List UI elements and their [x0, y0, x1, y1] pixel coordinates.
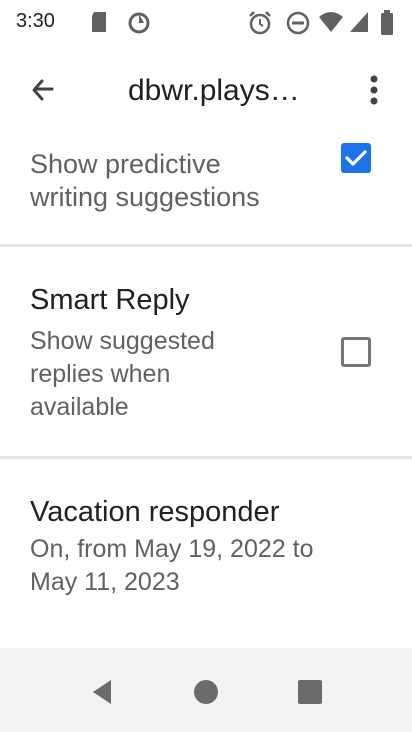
smart-reply-checkbox[interactable]	[341, 337, 371, 367]
cellular-icon	[348, 10, 370, 39]
sync-icon	[126, 10, 152, 41]
nav-recents-button[interactable]	[290, 672, 330, 712]
system-nav-bar	[0, 648, 412, 732]
arrow-back-icon	[28, 76, 56, 109]
predictive-summary-line1: Show predictive	[30, 149, 221, 179]
smart-reply-setting[interactable]: Smart Reply Show suggested replies when …	[0, 247, 412, 457]
nav-back-button[interactable]	[82, 672, 122, 712]
battery-icon	[380, 10, 394, 41]
page-title: dbwr.plays…	[128, 74, 300, 107]
smart-reply-title: Smart Reply	[30, 284, 190, 316]
vacation-summary-line1: On, from May 19, 2022 to	[30, 535, 314, 563]
settings-list[interactable]: Show predictive writing suggestions Smar…	[0, 136, 412, 646]
vacation-responder-title: Vacation responder	[30, 496, 280, 528]
back-triangle-icon	[93, 680, 111, 704]
nav-home-button[interactable]	[186, 672, 226, 712]
vacation-responder-setting[interactable]: Vacation responder On, from May 19, 2022…	[0, 459, 412, 646]
vacation-summary-line2: May 11, 2023	[30, 568, 180, 596]
smart-reply-summary-line1: Show suggested	[30, 327, 215, 355]
recents-square-icon	[298, 680, 322, 704]
status-bar: 3:30	[0, 0, 412, 48]
predictive-summary-line2: writing suggestions	[30, 182, 260, 212]
predictive-writing-checkbox[interactable]	[341, 143, 371, 173]
predictive-writing-summary: Show predictive writing suggestions	[30, 148, 260, 214]
vacation-responder-text: Vacation responder On, from May 19, 2022…	[30, 495, 313, 599]
wifi-icon	[318, 10, 344, 39]
do-not-disturb-icon	[285, 10, 311, 41]
more-options-button[interactable]	[354, 70, 394, 114]
more-vert-icon	[369, 75, 379, 110]
smart-reply-summary-line3: available	[30, 393, 129, 421]
smart-reply-text: Smart Reply Show suggested replies when …	[30, 283, 215, 424]
app-bar: dbwr.plays…	[0, 48, 412, 136]
checkmark-icon	[345, 150, 367, 166]
predictive-writing-setting[interactable]: Show predictive writing suggestions	[0, 136, 412, 246]
smart-reply-summary-line2: replies when	[30, 360, 171, 388]
status-time: 3:30	[16, 10, 55, 32]
sd-card-icon	[90, 10, 110, 39]
back-button[interactable]	[20, 70, 64, 114]
alarm-icon	[248, 10, 272, 41]
home-circle-icon	[194, 680, 218, 704]
